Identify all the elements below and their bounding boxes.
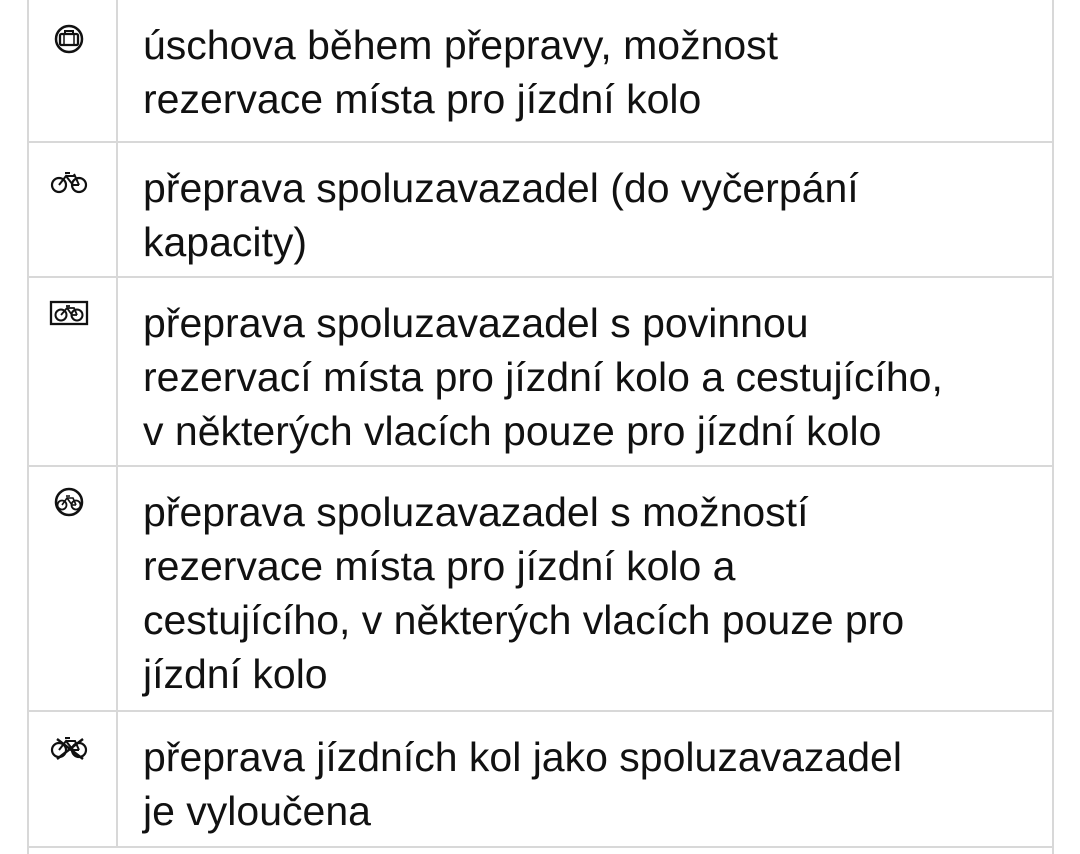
legend-description: úschova během přepravy, možnost rezervac… — [143, 18, 1034, 126]
legend-icon-cell — [29, 278, 118, 465]
legend-row-bicycle: přeprava spoluzavazadel (do vyčerpání ka… — [29, 143, 1052, 278]
legend-description-line: je vyloučena — [143, 788, 371, 834]
legend-row-crossed-bicycle: přeprava jízdních kol jako spoluzavazade… — [29, 712, 1052, 848]
legend-description: přeprava spoluzavazadel s povinnou rezer… — [143, 296, 1034, 458]
bicycle-transport-legend-table: úschova během přepravy, možnost rezervac… — [27, 0, 1054, 854]
legend-description-line: jízdní kolo — [143, 651, 328, 697]
legend-description-line: přeprava jízdních kol jako spoluzavazade… — [143, 734, 902, 780]
legend-row-boxed-bicycle: přeprava spoluzavazadel s povinnou rezer… — [29, 278, 1052, 467]
bicycle-icon — [49, 167, 89, 197]
legend-row-luggage-storage: úschova během přepravy, možnost rezervac… — [29, 0, 1052, 143]
legend-description-line: přeprava spoluzavazadel s povinnou — [143, 300, 809, 346]
legend-icon-cell — [29, 143, 118, 276]
legend-icon-cell — [29, 712, 118, 846]
legend-icon-cell — [29, 467, 118, 710]
legend-description: přeprava spoluzavazadel s možností rezer… — [143, 485, 1034, 701]
legend-description-line: úschova během přepravy, možnost — [143, 22, 779, 68]
legend-description: přeprava spoluzavazadel (do vyčerpání ka… — [143, 161, 1034, 269]
circled-bicycle-icon — [49, 487, 89, 517]
legend-description-line: cestujícího, v některých vlacích pouze p… — [143, 597, 905, 643]
boxed-bicycle-icon — [49, 298, 89, 328]
legend-description-line: kapacity) — [143, 219, 308, 265]
legend-description-line: rezervace místa pro jízdní kolo — [143, 76, 702, 122]
legend-description-line: přeprava spoluzavazadel (do vyčerpání — [143, 165, 859, 211]
legend-icon-cell — [29, 0, 118, 141]
legend-description-line: v některých vlacích pouze pro jízdní kol… — [143, 408, 882, 454]
crossed-bicycle-icon — [49, 732, 89, 762]
legend-description: přeprava jízdních kol jako spoluzavazade… — [143, 730, 1034, 838]
legend-row-circled-bicycle: přeprava spoluzavazadel s možností rezer… — [29, 467, 1052, 712]
luggage-storage-icon — [49, 24, 89, 54]
legend-description-line: rezervací místa pro jízdní kolo a cestuj… — [143, 354, 943, 400]
legend-description-line: přeprava spoluzavazadel s možností — [143, 489, 809, 535]
legend-description-line: rezervace místa pro jízdní kolo a — [143, 543, 736, 589]
